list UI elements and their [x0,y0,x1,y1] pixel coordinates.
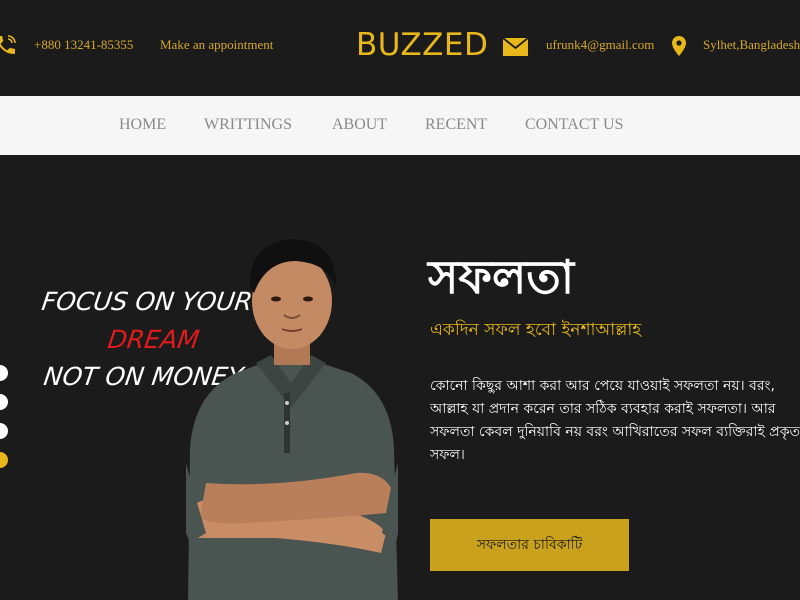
top-header: +880 13241-85355 Make an appointment BUZ… [0,0,800,96]
hero-paragraph: কোনো কিছুর আশা করা আর পেয়ে যাওয়াই সফলত… [430,375,800,467]
slider-dot[interactable] [0,423,8,439]
paragraph-line: সফলতা কেবল দুনিয়াবি নয় বরং আখিরাতের সফ… [430,424,800,440]
hero-subtitle: একদিন সফল হবো ইনশাআল্লাহ [430,320,642,340]
phone-number-link[interactable]: +880 13241-85355 [34,37,133,53]
slider-dot[interactable] [0,394,8,410]
slider-dot-active[interactable] [0,452,8,468]
email-link[interactable]: ufrunk4@gmail.com [546,37,654,53]
main-nav: HOME WRITTINGS ABOUT RECENT CONTACT US [0,96,800,155]
phone-icon[interactable] [0,33,18,57]
nav-item-recent[interactable]: RECENT [425,116,487,134]
location-pin-icon [672,36,686,56]
slider-dots [0,365,8,468]
paragraph-line: কোনো কিছুর আশা করা আর পেয়ে যাওয়াই সফলত… [430,378,776,394]
slider-dot[interactable] [0,365,8,381]
cta-button[interactable]: সফলতার চাবিকাটি [430,519,629,571]
mail-icon [503,38,528,56]
nav-item-home[interactable]: HOME [119,116,166,134]
location-text: Sylhet,Bangladesh [703,37,800,52]
paragraph-line: আল্লাহ যা প্রদান করেন তার সঠিক ব্যবহার ক… [430,401,776,417]
person-photo [186,239,398,600]
nav-item-writtings[interactable]: WRITTINGS [204,116,292,134]
hero-title: সফলতা [428,250,575,304]
nav-item-about[interactable]: ABOUT [332,116,387,134]
appointment-link[interactable]: Make an appointment [160,37,273,53]
hero-section: FOCUS ON YOUR DREAM NOT ON MONEY সফলতা এ… [0,155,800,600]
brand-logo[interactable]: BUZZED [356,27,488,63]
nav-item-contact-us[interactable]: CONTACT US [525,116,623,134]
paragraph-line: সফল। [430,447,465,463]
